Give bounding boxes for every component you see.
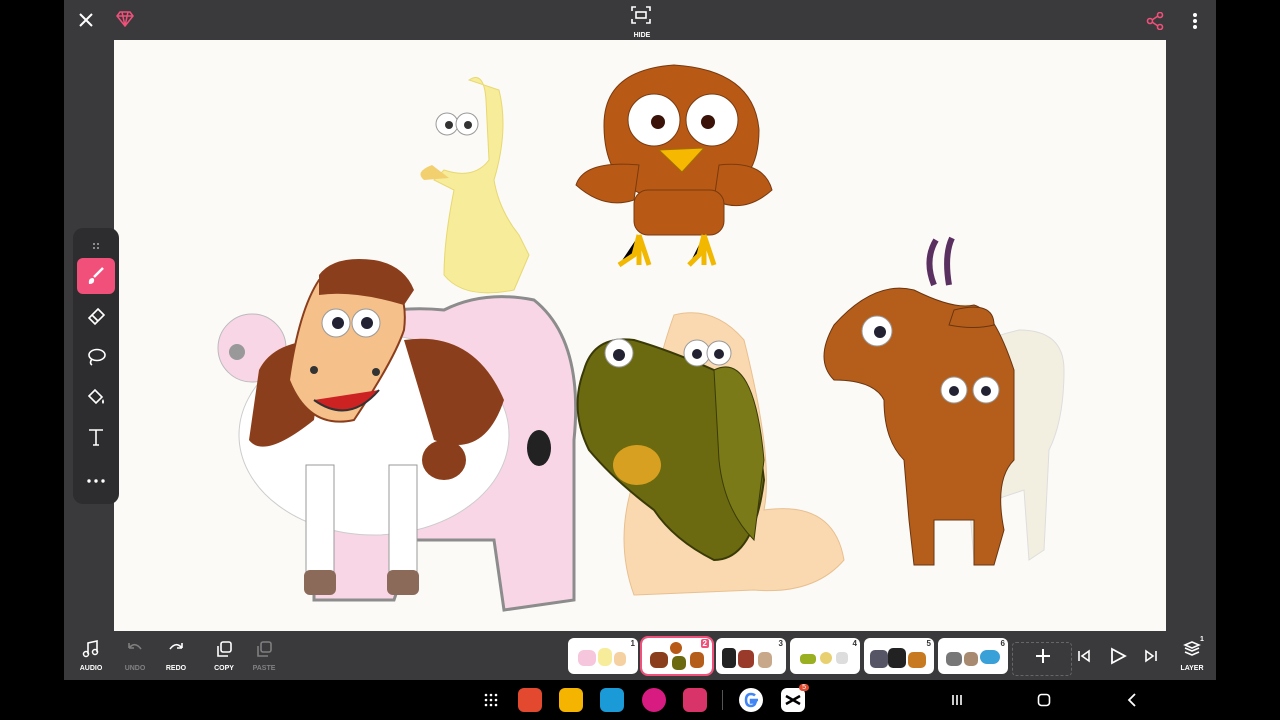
flower-app-icon[interactable] — [642, 688, 666, 712]
bottom-bar: AUDIO UNDO REDO COPY PASTE 1 2 3 4 5 6 1… — [64, 632, 1216, 680]
home-icon[interactable] — [1033, 690, 1055, 710]
camera-app-icon[interactable] — [683, 688, 707, 712]
text-icon[interactable] — [77, 419, 115, 455]
scene-thumb-5[interactable]: 5 — [864, 638, 934, 674]
scene-thumb-2[interactable]: 2 — [640, 636, 714, 676]
system-nav-bar — [0, 680, 1280, 720]
copy-label: COPY — [214, 665, 234, 672]
brush-icon[interactable] — [77, 258, 115, 294]
more-vertical-icon[interactable] — [1186, 10, 1204, 32]
undo-icon — [128, 643, 142, 650]
drawing-canvas[interactable] — [114, 40, 1166, 631]
layer-button[interactable]: 1 LAYER — [1172, 636, 1212, 672]
scene-number: 3 — [778, 639, 783, 648]
copy-icon — [217, 641, 232, 657]
audio-label: AUDIO — [79, 665, 103, 672]
files-app-icon[interactable] — [559, 688, 583, 712]
top-bar: HIDE — [64, 0, 1216, 40]
app-window: HIDE AUDIO UNDO REDO COPY PASTE 1 2 3 4 … — [64, 0, 1216, 680]
scene-number: 4 — [852, 639, 857, 648]
scene-number: 1 — [630, 639, 635, 648]
scene-thumb-4[interactable]: 4 — [790, 638, 860, 674]
paste-icon — [257, 641, 272, 657]
scene-thumb-1[interactable]: 1 — [568, 638, 638, 674]
calendar-app-icon[interactable] — [600, 688, 624, 712]
paste-label: PASTE — [252, 665, 276, 672]
hide-icon[interactable]: HIDE — [629, 4, 653, 39]
play-icon[interactable] — [1105, 643, 1131, 669]
redo-label: REDO — [165, 665, 187, 672]
copy-button[interactable]: COPY — [204, 640, 244, 672]
back-icon[interactable] — [1121, 690, 1143, 710]
layer-label: LAYER — [1180, 665, 1204, 672]
app-drawer-icon[interactable] — [480, 690, 502, 710]
music-icon — [82, 640, 99, 658]
share-icon[interactable] — [1144, 10, 1166, 32]
tool-palette — [73, 228, 119, 504]
redo-button[interactable]: REDO — [156, 640, 196, 672]
scene-thumb-6[interactable]: 6 — [938, 638, 1008, 674]
skip-forward-icon[interactable] — [1139, 644, 1163, 668]
undo-label: UNDO — [124, 665, 146, 672]
scene-number: 5 — [926, 639, 931, 648]
diamond-icon[interactable] — [114, 8, 136, 30]
google-app-icon[interactable] — [739, 688, 763, 712]
redo-icon — [169, 643, 183, 650]
eraser-icon[interactable] — [77, 299, 115, 335]
drag-handle-icon[interactable] — [92, 237, 100, 249]
bird-figure — [575, 64, 773, 268]
duck-figure — [420, 77, 530, 294]
hide-label: HIDE — [633, 32, 651, 39]
capcut-app-icon[interactable]: 5 — [781, 684, 809, 712]
close-icon[interactable] — [74, 8, 98, 32]
nav-divider — [722, 690, 723, 710]
notes-app-icon[interactable] — [518, 688, 542, 712]
more-horizontal-icon[interactable] — [77, 463, 115, 499]
scene-number: 2 — [700, 639, 709, 648]
add-scene-icon[interactable] — [1031, 644, 1055, 668]
goat-figure — [823, 236, 1065, 566]
audio-button[interactable]: AUDIO — [71, 640, 111, 672]
paste-button[interactable]: PASTE — [244, 640, 284, 672]
undo-button[interactable]: UNDO — [115, 640, 155, 672]
layer-count: 1 — [1200, 636, 1204, 643]
fill-icon[interactable] — [77, 379, 115, 415]
notification-badge: 5 — [799, 684, 809, 691]
layers-icon — [1183, 641, 1201, 656]
recents-icon[interactable] — [946, 690, 968, 710]
scene-thumb-3[interactable]: 3 — [716, 638, 786, 674]
scene-number: 6 — [1000, 639, 1005, 648]
frog-figure — [576, 338, 766, 562]
skip-back-icon[interactable] — [1072, 644, 1096, 668]
lasso-icon[interactable] — [77, 339, 115, 375]
